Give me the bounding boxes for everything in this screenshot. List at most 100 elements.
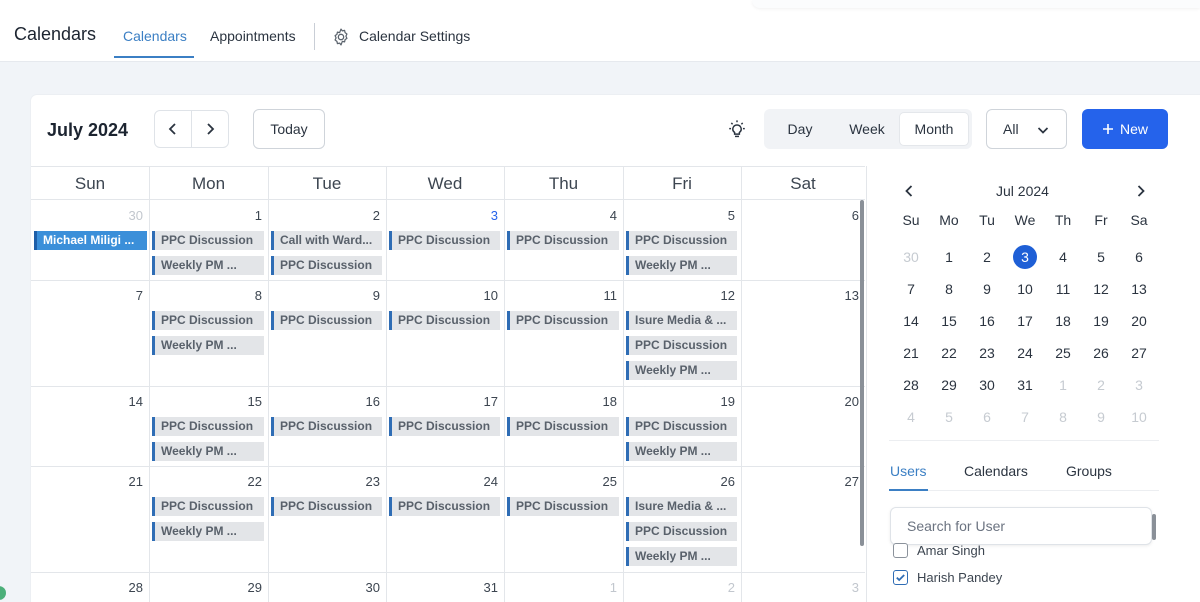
- day-number[interactable]: 21: [113, 474, 143, 489]
- day-cell[interactable]: 2: [623, 572, 741, 602]
- day-cell[interactable]: 10 PPC Discussion: [386, 280, 504, 386]
- mini-next-month-icon[interactable]: [1134, 183, 1148, 199]
- day-number[interactable]: 24: [468, 474, 498, 489]
- day-cell[interactable]: 28: [31, 572, 149, 602]
- calendar-event[interactable]: Weekly PM ...: [152, 256, 264, 275]
- calendar-event[interactable]: PPC Discussion: [271, 497, 382, 516]
- day-cell[interactable]: 14: [31, 386, 149, 466]
- mini-day[interactable]: 23: [972, 343, 1002, 363]
- day-cell[interactable]: 12 Isure Media & ... PPC Discussion Weekly …: [623, 280, 741, 386]
- mini-day[interactable]: 7: [1010, 407, 1040, 427]
- calendar-event[interactable]: PPC Discussion: [389, 497, 500, 516]
- day-cell[interactable]: 26 Isure Media & ... PPC Discussion Weekly …: [623, 466, 741, 572]
- tab-calendars[interactable]: Calendars: [123, 28, 187, 44]
- tab-calendar-settings[interactable]: Calendar Settings: [359, 28, 470, 44]
- calendar-event[interactable]: PPC Discussion: [389, 311, 500, 330]
- calendar-event[interactable]: PPC Discussion: [152, 497, 264, 516]
- calendar-event[interactable]: Call with Ward...: [271, 231, 382, 250]
- view-day-button[interactable]: Day: [774, 113, 826, 145]
- day-number[interactable]: 13: [829, 288, 859, 303]
- calendar-event[interactable]: PPC Discussion: [152, 311, 264, 330]
- mini-day[interactable]: 17: [1010, 311, 1040, 331]
- mini-day[interactable]: 4: [896, 407, 926, 427]
- calendar-event[interactable]: Weekly PM ...: [152, 442, 264, 461]
- tab-groups[interactable]: Groups: [1066, 463, 1112, 479]
- lightbulb-icon[interactable]: [726, 119, 748, 141]
- day-number[interactable]: 2: [350, 208, 380, 223]
- day-cell[interactable]: 31: [386, 572, 504, 602]
- mini-day[interactable]: 30: [972, 375, 1002, 395]
- day-cell[interactable]: 1 PPC Discussion Weekly PM ...: [149, 200, 268, 280]
- mini-day[interactable]: 5: [1086, 247, 1116, 267]
- calendar-event[interactable]: Michael Miligi ...: [34, 231, 147, 250]
- mini-day[interactable]: 10: [1010, 279, 1040, 299]
- day-number[interactable]: 30: [350, 580, 380, 595]
- calendar-event[interactable]: PPC Discussion: [389, 417, 500, 436]
- user-checkbox[interactable]: [893, 543, 908, 558]
- mini-day[interactable]: 18: [1048, 311, 1078, 331]
- mini-day[interactable]: 24: [1010, 343, 1040, 363]
- day-cell[interactable]: 29: [149, 572, 268, 602]
- mini-day[interactable]: 28: [896, 375, 926, 395]
- day-number[interactable]: 23: [350, 474, 380, 489]
- mini-day[interactable]: 11: [1048, 279, 1078, 299]
- mini-day[interactable]: 1: [1048, 375, 1078, 395]
- day-cell[interactable]: 13: [741, 280, 865, 386]
- user-row-harish-pandey[interactable]: Harish Pandey: [893, 570, 1002, 585]
- calendar-event[interactable]: Weekly PM ...: [152, 522, 264, 541]
- mini-day[interactable]: 21: [896, 343, 926, 363]
- day-number[interactable]: 2: [705, 580, 735, 595]
- calendar-event[interactable]: PPC Discussion: [626, 336, 737, 355]
- next-month-button[interactable]: [192, 111, 228, 147]
- calendar-event[interactable]: PPC Discussion: [626, 522, 737, 541]
- mini-day[interactable]: 30: [896, 247, 926, 267]
- user-row-amar-singh[interactable]: Amar Singh: [893, 543, 985, 558]
- day-number[interactable]: 6: [829, 208, 859, 223]
- calendar-event[interactable]: PPC Discussion: [507, 231, 619, 250]
- day-number[interactable]: 19: [705, 394, 735, 409]
- calendar-event[interactable]: PPC Discussion: [152, 417, 264, 436]
- mini-day[interactable]: 16: [972, 311, 1002, 331]
- day-cell[interactable]: 27: [741, 466, 865, 572]
- mini-day[interactable]: 15: [934, 311, 964, 331]
- day-number[interactable]: 15: [232, 394, 262, 409]
- day-number[interactable]: 5: [705, 208, 735, 223]
- day-number[interactable]: 3: [468, 208, 498, 223]
- calendar-event[interactable]: PPC Discussion: [507, 311, 619, 330]
- tab-appointments[interactable]: Appointments: [210, 28, 296, 44]
- day-cell[interactable]: 4 PPC Discussion: [504, 200, 623, 280]
- day-cell[interactable]: 17 PPC Discussion: [386, 386, 504, 466]
- calendar-event[interactable]: Weekly PM ...: [152, 336, 264, 355]
- day-number[interactable]: 20: [829, 394, 859, 409]
- mini-day[interactable]: 4: [1048, 247, 1078, 267]
- day-cell[interactable]: 2 Call with Ward... PPC Discussion: [268, 200, 386, 280]
- mini-day[interactable]: 25: [1048, 343, 1078, 363]
- mini-prev-month-icon[interactable]: [902, 183, 916, 199]
- day-number[interactable]: 1: [587, 580, 617, 595]
- day-cell[interactable]: 3 PPC Discussion: [386, 200, 504, 280]
- day-number[interactable]: 31: [468, 580, 498, 595]
- sidebar-scrollbar[interactable]: [1152, 514, 1156, 540]
- mini-day[interactable]: 3: [1124, 375, 1154, 395]
- day-number[interactable]: 25: [587, 474, 617, 489]
- calendar-event[interactable]: PPC Discussion: [271, 311, 382, 330]
- mini-day[interactable]: 9: [972, 279, 1002, 299]
- day-cell[interactable]: 16 PPC Discussion: [268, 386, 386, 466]
- day-number[interactable]: 3: [829, 580, 859, 595]
- calendar-event[interactable]: PPC Discussion: [271, 417, 382, 436]
- gear-icon[interactable]: [331, 27, 351, 47]
- mini-day[interactable]: 31: [1010, 375, 1040, 395]
- mini-day[interactable]: 6: [972, 407, 1002, 427]
- day-cell[interactable]: 11 PPC Discussion: [504, 280, 623, 386]
- day-cell[interactable]: 3: [741, 572, 865, 602]
- calendar-event[interactable]: Weekly PM ...: [626, 361, 737, 380]
- day-cell[interactable]: 6: [741, 200, 865, 280]
- day-cell[interactable]: 15 PPC Discussion Weekly PM ...: [149, 386, 268, 466]
- day-number[interactable]: 9: [350, 288, 380, 303]
- day-cell[interactable]: 23 PPC Discussion: [268, 466, 386, 572]
- day-number[interactable]: 7: [113, 288, 143, 303]
- tab-users[interactable]: Users: [890, 463, 927, 479]
- day-number[interactable]: 22: [232, 474, 262, 489]
- mini-day[interactable]: 26: [1086, 343, 1116, 363]
- mini-day[interactable]: 2: [972, 247, 1002, 267]
